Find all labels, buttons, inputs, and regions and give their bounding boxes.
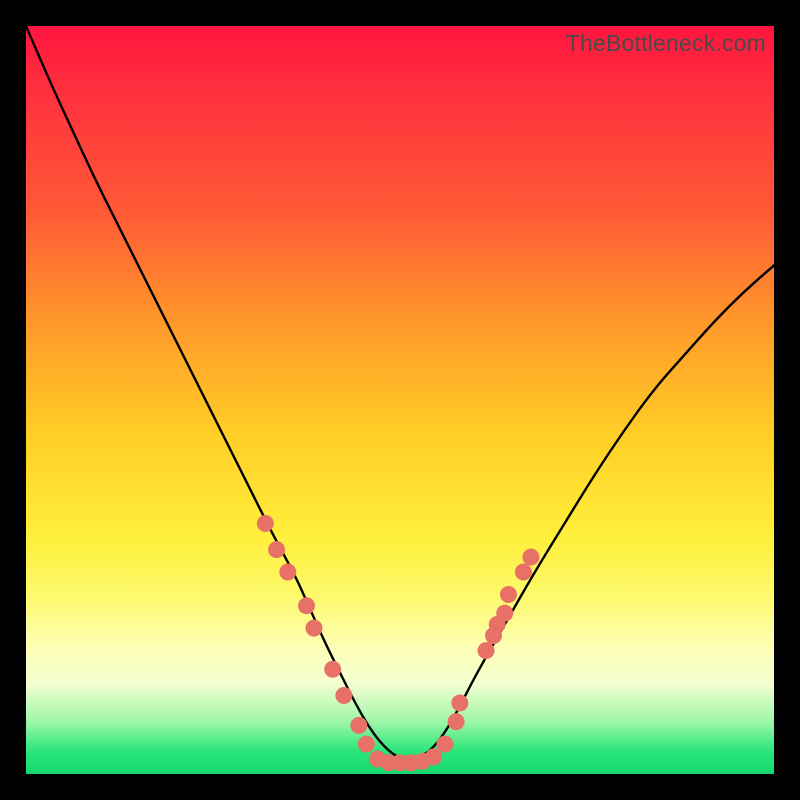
- data-point: [305, 620, 322, 637]
- data-point: [500, 586, 517, 603]
- data-point: [279, 564, 296, 581]
- data-point: [298, 597, 315, 614]
- data-point: [350, 717, 367, 734]
- data-point: [451, 694, 468, 711]
- bottleneck-chart: [26, 26, 774, 774]
- bottleneck-curve: [26, 26, 774, 759]
- data-point: [496, 605, 513, 622]
- data-point: [358, 736, 375, 753]
- plot-area: TheBottleneck.com: [26, 26, 774, 774]
- data-point: [448, 713, 465, 730]
- data-point: [257, 515, 274, 532]
- data-point: [425, 748, 442, 765]
- data-point: [436, 736, 453, 753]
- data-point: [335, 687, 352, 704]
- data-point: [478, 642, 495, 659]
- data-point: [324, 661, 341, 678]
- data-point: [522, 549, 539, 566]
- chart-frame: TheBottleneck.com: [0, 0, 800, 800]
- data-point: [268, 541, 285, 558]
- data-point: [515, 564, 532, 581]
